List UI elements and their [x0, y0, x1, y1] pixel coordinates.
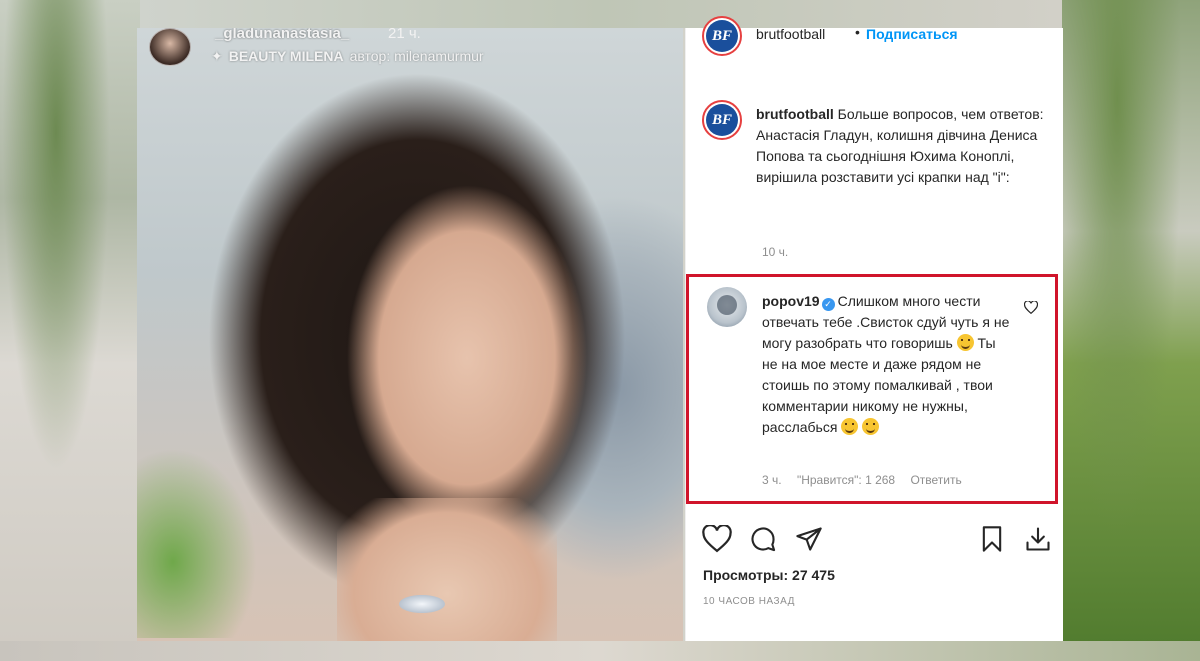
posted-time[interactable]: 10 ЧАСОВ НАЗАД: [703, 596, 795, 607]
smile-emoji-icon: [862, 418, 880, 435]
comment-time[interactable]: 3 ч.: [762, 473, 782, 487]
comment-avatar[interactable]: [707, 287, 747, 327]
post-caption: brutfootball Больше вопросов, чем ответо…: [756, 104, 1046, 188]
post-avatar[interactable]: BF: [702, 16, 742, 56]
views-count: Просмотры: 27 475: [703, 567, 835, 583]
comment-icon[interactable]: [748, 525, 778, 558]
background-right: [1062, 0, 1200, 661]
caption-username[interactable]: brutfootball: [756, 106, 834, 122]
comment-like-icon[interactable]: [1023, 300, 1039, 318]
comment-meta: 3 ч. "Нравится": 1 268 Ответить: [762, 473, 974, 487]
separator-dot: •: [855, 24, 860, 40]
background-bottom: [0, 641, 1200, 661]
caption-time[interactable]: 10 ч.: [762, 245, 788, 259]
action-bar: [702, 523, 1050, 558]
caption-avatar[interactable]: BF: [702, 100, 742, 140]
story-time: 21 ч.: [388, 28, 421, 42]
bookmark-icon[interactable]: [979, 525, 1005, 558]
heart-icon[interactable]: [702, 523, 732, 558]
thinking-emoji-icon: [956, 334, 974, 351]
post-panel: BF brutfootball • Подписаться BF brutfoo…: [685, 16, 1063, 641]
comment-body: popov19 ✓ Слишком много чести отвечать теб…: [762, 291, 1012, 438]
download-icon[interactable]: [1024, 525, 1052, 558]
comment-likes[interactable]: "Нравится": 1 268: [797, 473, 895, 487]
background-left: [0, 0, 140, 661]
background-top: [140, 0, 1062, 28]
grin-emoji-icon: [841, 418, 859, 435]
necklace: [399, 595, 445, 613]
share-icon[interactable]: [794, 525, 824, 558]
story-username[interactable]: _gladunanastasia_: [215, 28, 349, 42]
follow-button[interactable]: Подписаться: [866, 26, 958, 42]
reply-button[interactable]: Ответить: [910, 473, 961, 487]
verified-icon: ✓: [821, 298, 835, 311]
sparkle-icon: ✦: [211, 48, 223, 64]
story-effect[interactable]: ✦ BEAUTY MILENA автор: milenamurmur: [211, 48, 484, 65]
comment-highlight: popov19 ✓ Слишком много чести отвечать теб…: [686, 274, 1058, 504]
story-photo: _gladunanastasia_ 21 ч. ✦ BEAUTY MILENA ав…: [137, 28, 683, 641]
post-username[interactable]: brutfootball: [756, 26, 825, 42]
comment-username[interactable]: popov19: [762, 293, 820, 309]
story-avatar[interactable]: [149, 28, 191, 66]
